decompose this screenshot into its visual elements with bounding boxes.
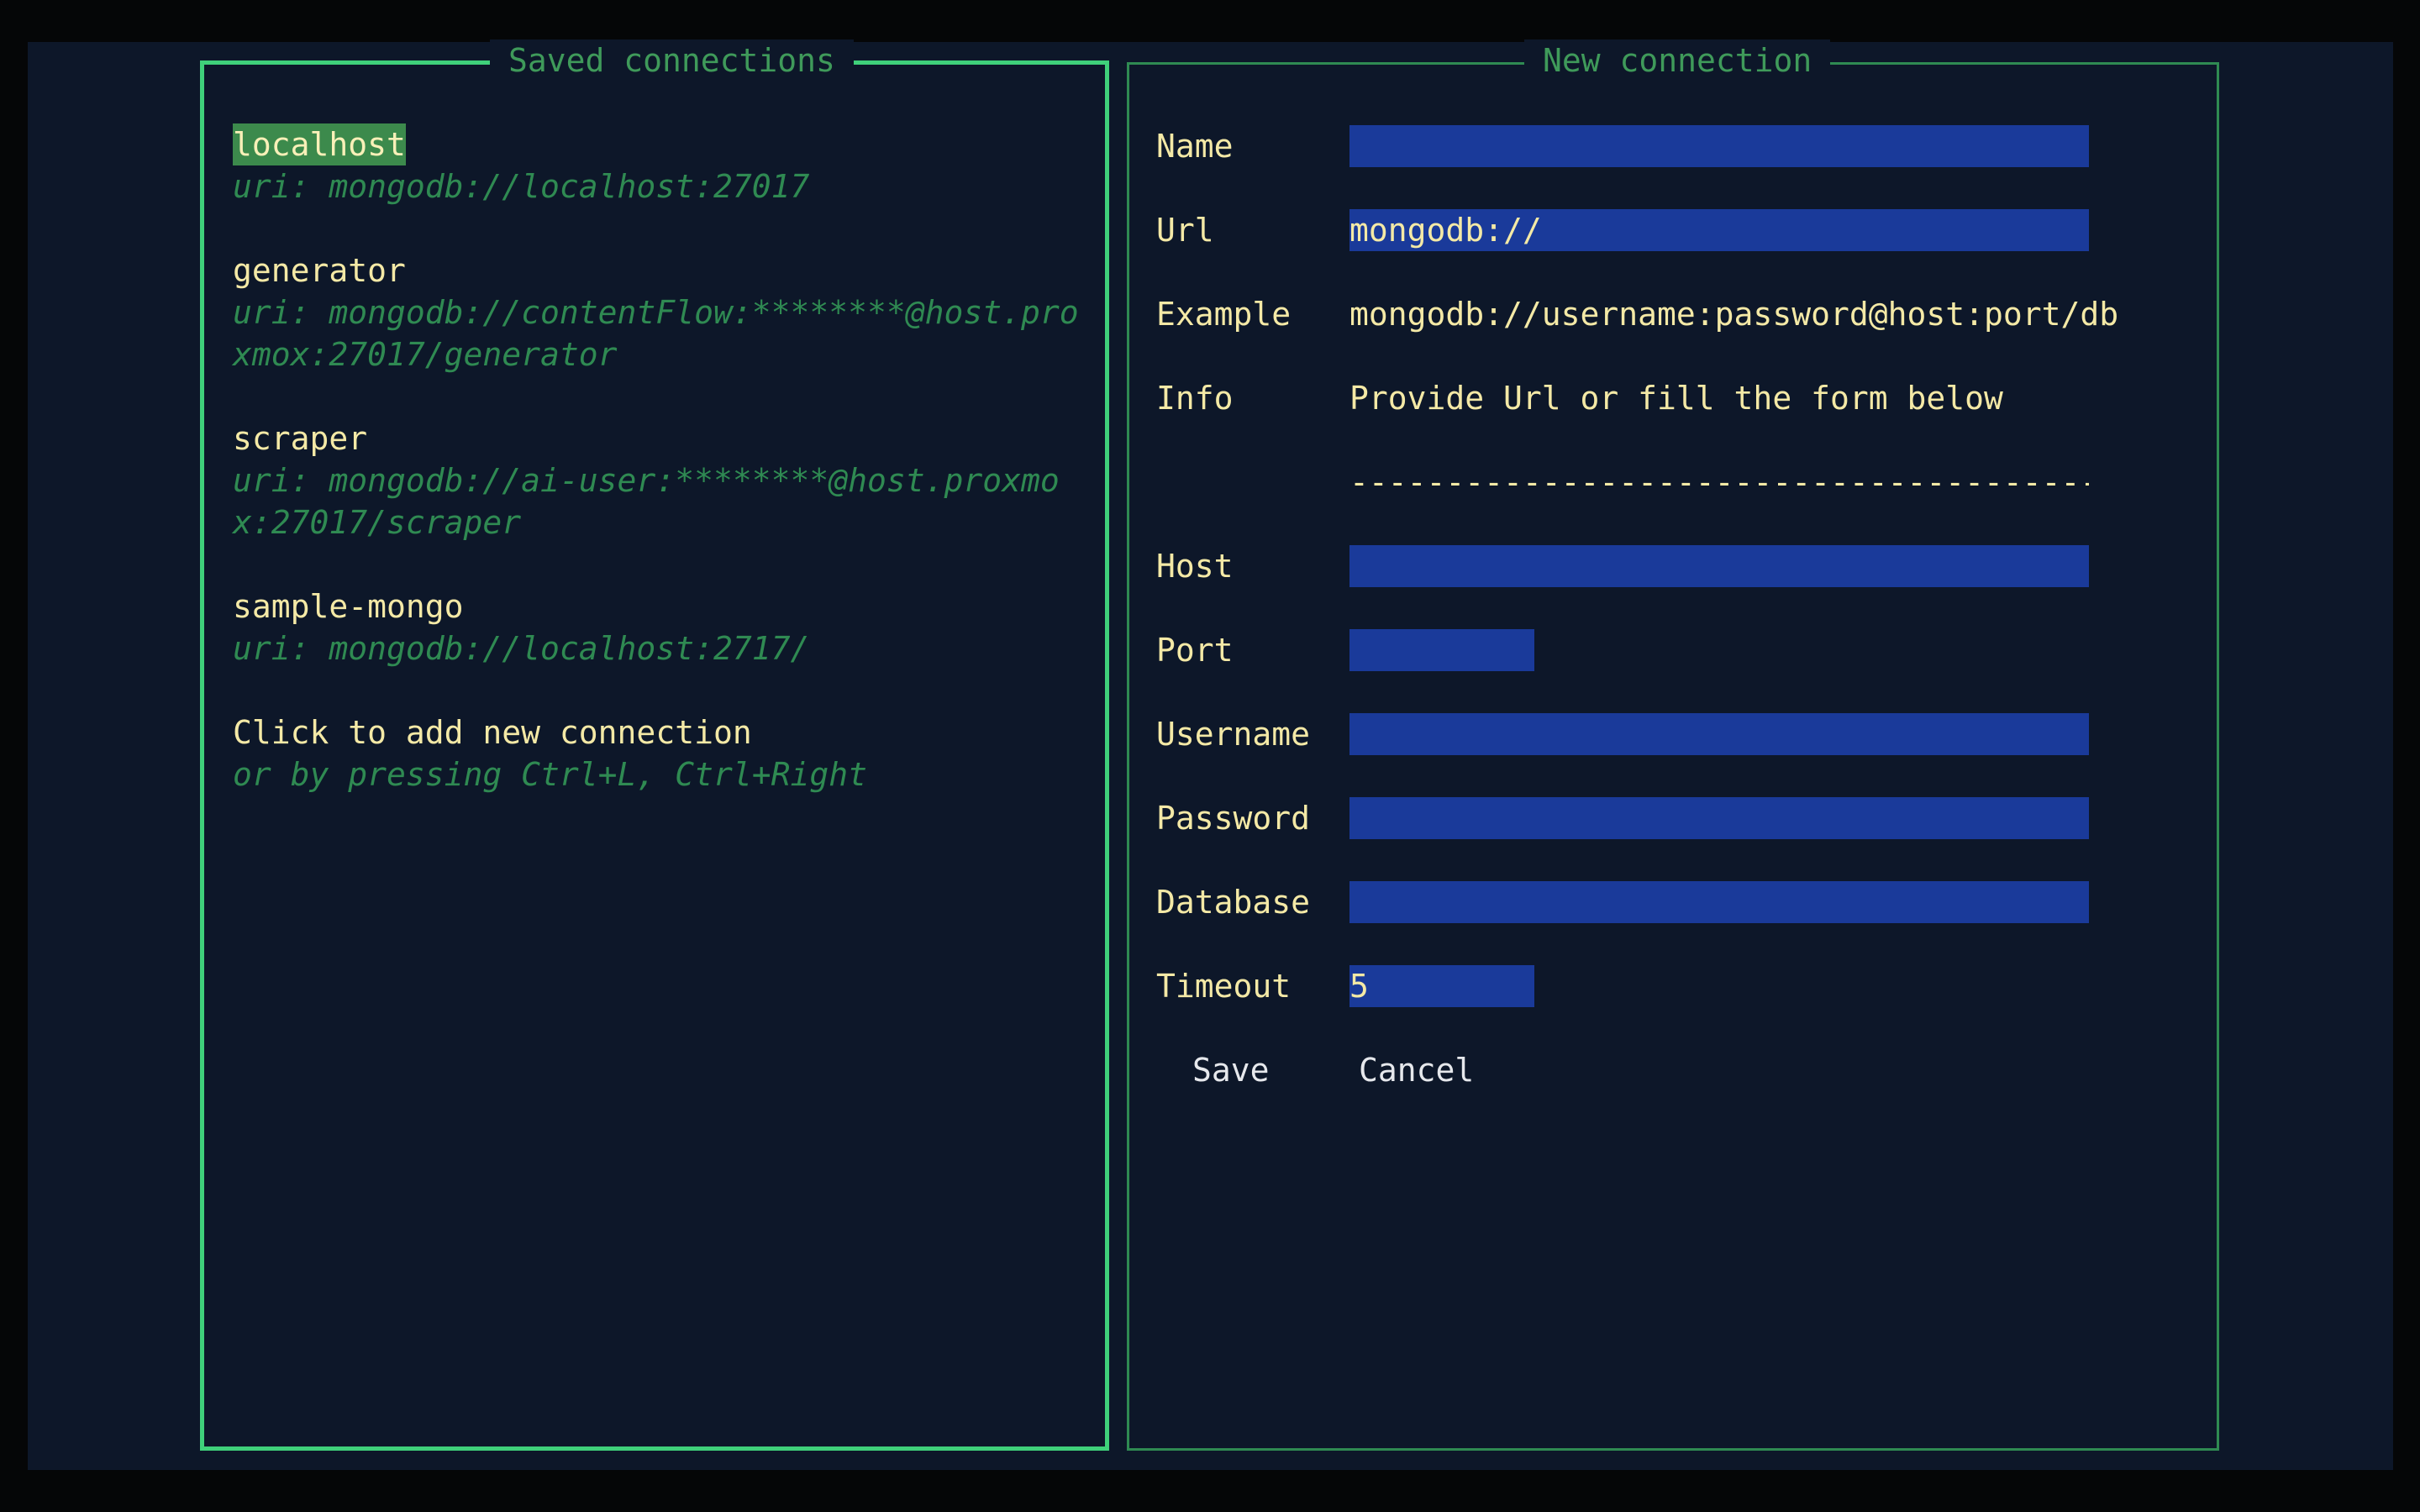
url-input[interactable]: mongodb:// — [1349, 209, 2089, 251]
password-input[interactable] — [1349, 797, 2089, 839]
saved-connections-panel: Saved connections localhost uri: mongodb… — [200, 39, 1109, 1451]
password-label: Password — [1156, 800, 1311, 837]
cancel-button[interactable]: Cancel — [1359, 1049, 1474, 1091]
save-button[interactable]: Save — [1192, 1049, 1270, 1091]
username-input[interactable] — [1349, 713, 2089, 755]
url-label: Url — [1156, 212, 1214, 249]
database-input[interactable] — [1349, 881, 2089, 923]
connection-name: sample-mongo — [233, 588, 464, 625]
connection-uri: uri: mongodb://localhost:2717/ — [233, 630, 810, 667]
add-connection-label: Click to add new connection — [233, 714, 752, 751]
form-separator: ---------------------------------------- — [1349, 464, 2089, 501]
new-connection-title: New connection — [1524, 39, 1831, 81]
connection-name: localhost — [233, 123, 406, 165]
connection-item-scraper[interactable]: scraper uri: mongodb://ai-user:********@… — [233, 417, 1090, 543]
name-label: Name — [1156, 128, 1234, 165]
port-input[interactable] — [1349, 629, 1534, 671]
connection-item-localhost[interactable]: localhost uri: mongodb://localhost:27017 — [233, 123, 1090, 207]
host-label: Host — [1156, 548, 1234, 585]
timeout-input[interactable]: 5 — [1349, 965, 1534, 1007]
info-label: Info — [1156, 380, 1234, 417]
connection-name: scraper — [233, 420, 368, 457]
host-input[interactable] — [1349, 545, 2089, 587]
connection-uri: uri: mongodb://contentFlow:********@host… — [233, 294, 1079, 373]
saved-connections-title: Saved connections — [490, 39, 854, 81]
connection-uri: uri: mongodb://ai-user:********@host.pro… — [233, 462, 1060, 541]
add-connection-item[interactable]: Click to add new connection or by pressi… — [233, 711, 1090, 795]
database-label: Database — [1156, 884, 1311, 921]
add-connection-hint: or by pressing Ctrl+L, Ctrl+Right — [233, 756, 867, 793]
example-label: Example — [1156, 296, 1292, 333]
timeout-label: Timeout — [1156, 968, 1292, 1005]
port-label: Port — [1156, 632, 1234, 669]
username-label: Username — [1156, 716, 1311, 753]
connection-uri: uri: mongodb://localhost:27017 — [233, 168, 810, 205]
connection-name: generator — [233, 252, 406, 289]
info-value: Provide Url or fill the form below — [1349, 380, 2003, 417]
connection-item-sample-mongo[interactable]: sample-mongo uri: mongodb://localhost:27… — [233, 585, 1090, 669]
example-value: mongodb://username:password@host:port/db — [1349, 296, 2119, 333]
name-input[interactable] — [1349, 125, 2089, 167]
terminal-window: Saved connections localhost uri: mongodb… — [28, 39, 2393, 1470]
connection-list: localhost uri: mongodb://localhost:27017… — [233, 123, 1090, 837]
new-connection-panel: New connection Name Url mongodb:// Examp… — [1127, 39, 2219, 1451]
connection-item-generator[interactable]: generator uri: mongodb://contentFlow:***… — [233, 249, 1090, 375]
